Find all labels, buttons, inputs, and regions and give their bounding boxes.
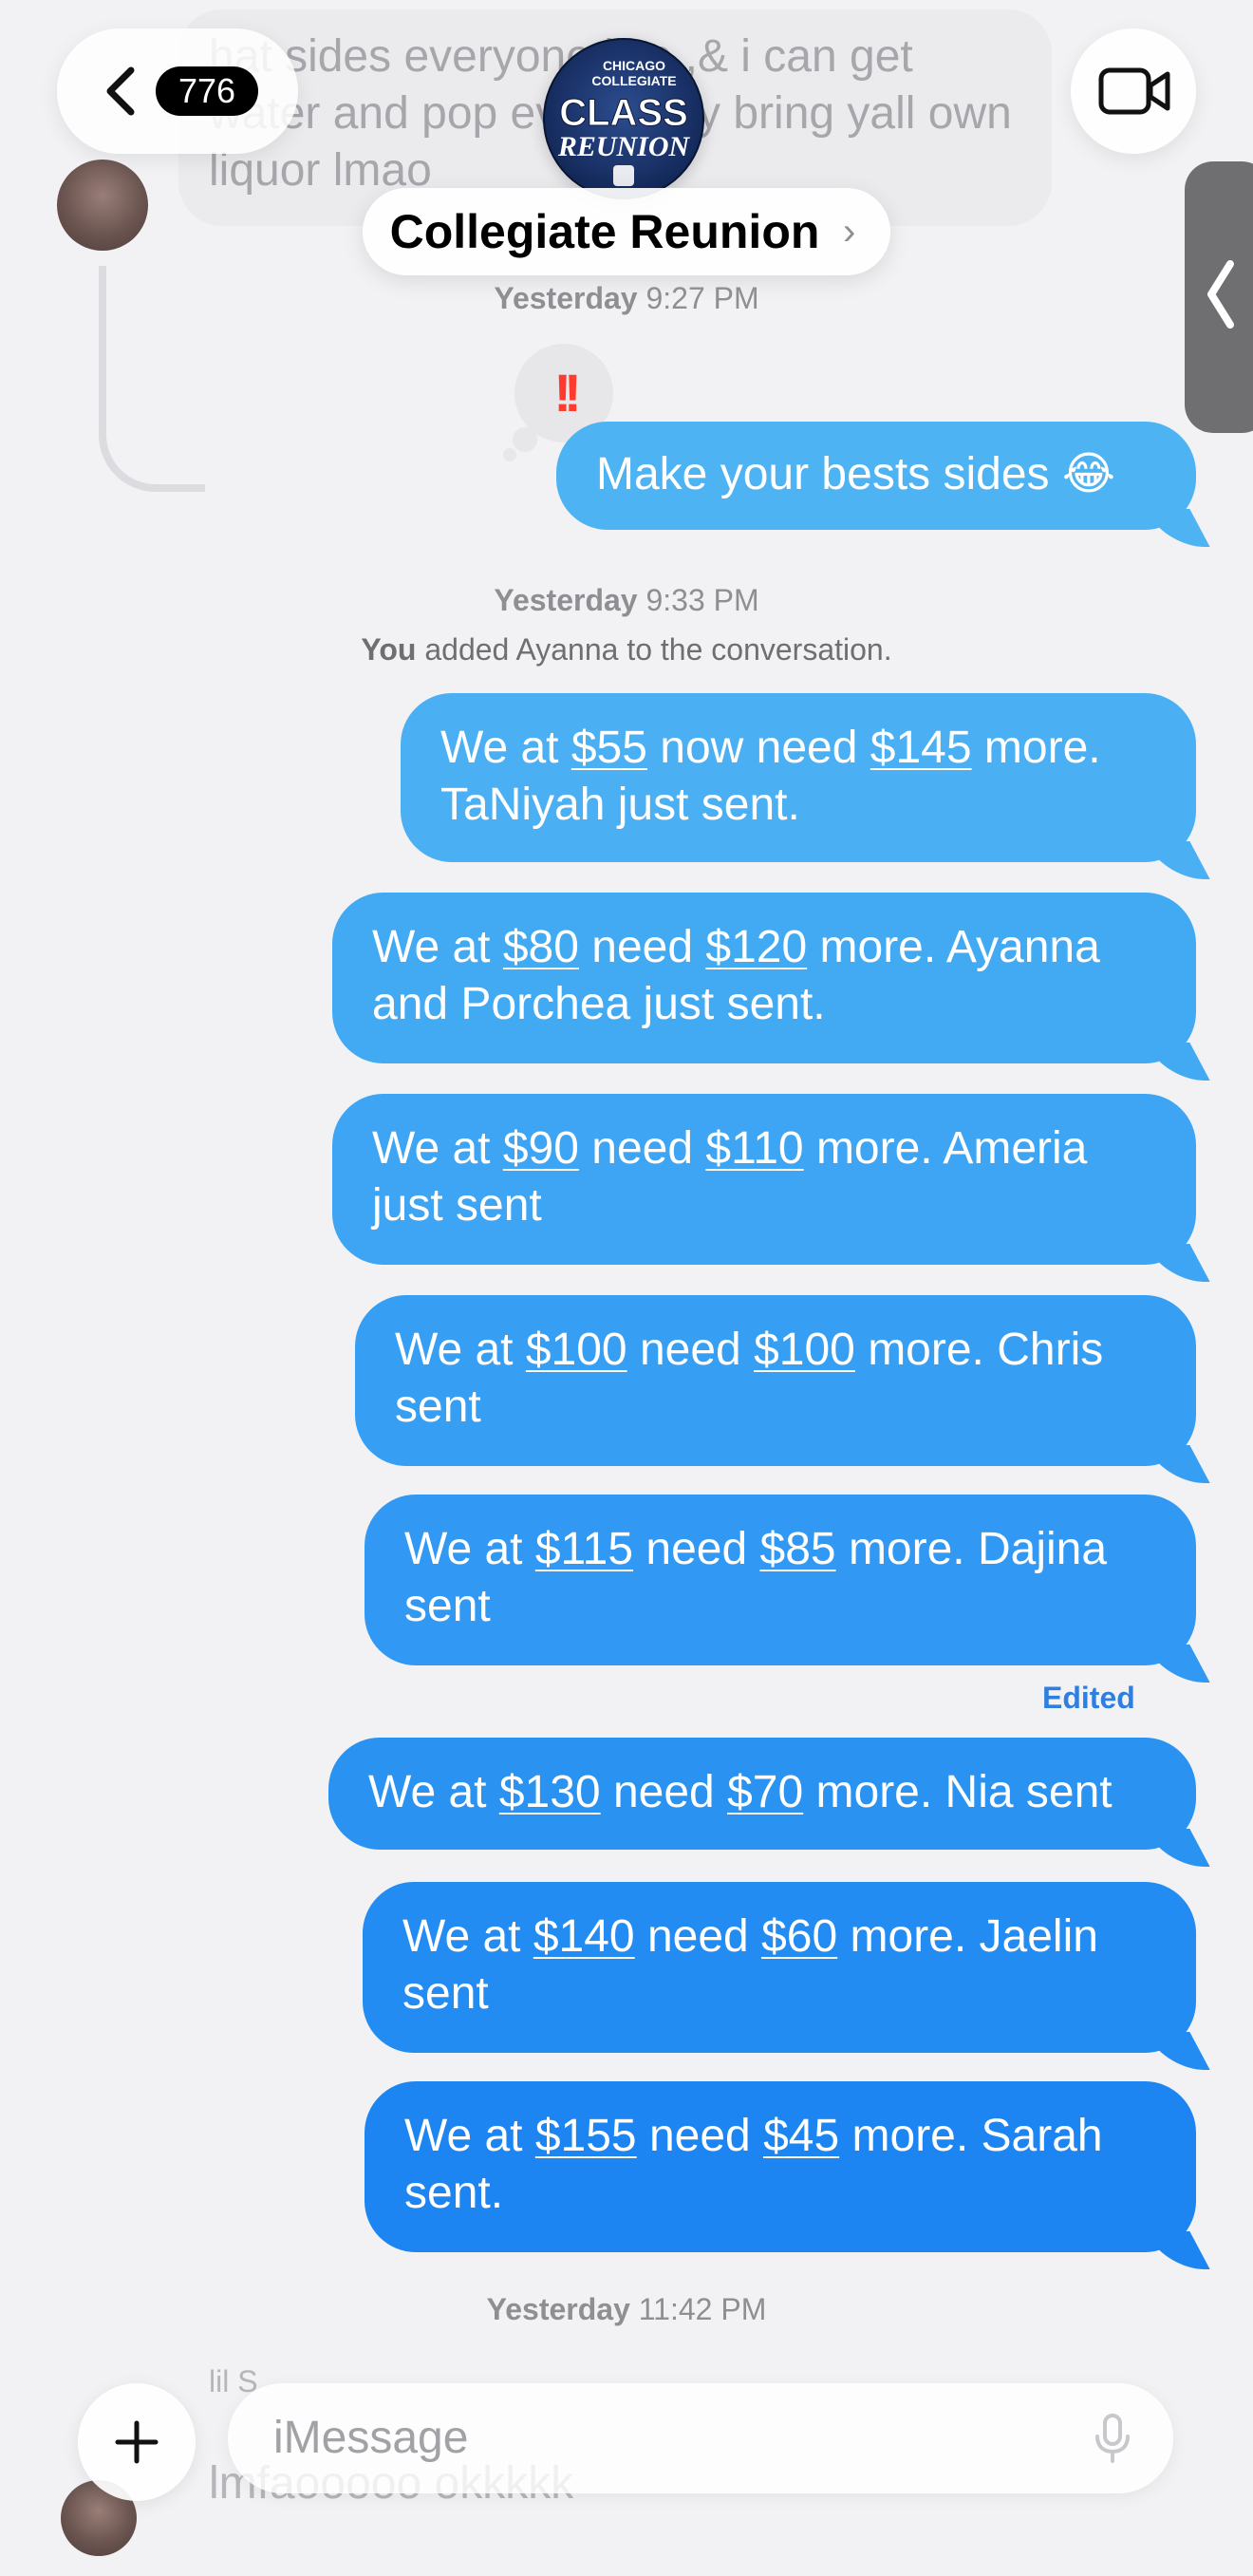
timestamp: Yesterday 9:27 PM (494, 281, 759, 315)
message-input-placeholder: iMessage (273, 2413, 469, 2463)
system-message: You added Ayanna to the conversation. (361, 632, 892, 667)
edited-label[interactable]: Edited (1042, 1681, 1135, 1716)
message-bubble[interactable]: We at $80 need $120 more. Ayanna and Por… (332, 893, 1210, 1081)
message-input[interactable]: iMessage (228, 2383, 1173, 2493)
video-camera-icon (1098, 67, 1170, 115)
microphone-icon[interactable] (1086, 2412, 1139, 2465)
message-bubble[interactable]: We at $100 need $100 more. Chris sent (355, 1295, 1210, 1483)
message-bubble[interactable]: We at $130 need $70 more. Nia sent (328, 1738, 1210, 1867)
plus-icon (115, 2420, 159, 2464)
message-bubble[interactable]: Make your bests sides 😂 (556, 422, 1210, 547)
conversation-title: Collegiate Reunion (389, 205, 820, 258)
back-chevron-icon (106, 66, 135, 116)
message-bubble[interactable]: We at $55 now need $145 more. TaNiyah ju… (401, 693, 1210, 879)
back-button[interactable]: 776 (57, 28, 298, 154)
unread-count-badge: 776 (156, 66, 258, 116)
sender-avatar[interactable] (57, 160, 148, 251)
svg-text:CHICAGO: CHICAGO (603, 58, 665, 73)
message-bubble[interactable]: We at $155 need $45 more. Sarah sent. (365, 2081, 1210, 2269)
message-bubble[interactable]: We at $115 need $85 more. Dajina sent (365, 1495, 1210, 1683)
class-reunion-logo: CHICAGO COLLEGIATE CLASS REUNION (543, 38, 704, 199)
timestamp: Yesterday 9:33 PM (494, 583, 759, 617)
svg-text:REUNION: REUNION (557, 131, 691, 162)
message-bubble[interactable]: We at $140 need $60 more. Jaelin sent (363, 1882, 1210, 2070)
conversation-title-button[interactable]: Collegiate Reunion › (363, 188, 890, 275)
video-call-button[interactable] (1071, 28, 1196, 154)
svg-text:CLASS: CLASS (559, 92, 688, 134)
group-avatar-logo[interactable]: CHICAGO COLLEGIATE CLASS REUNION (543, 38, 704, 199)
reaction-dot (503, 448, 516, 461)
chevron-right-icon: › (843, 211, 856, 253)
svg-text:COLLEGIATE: COLLEGIATE (591, 73, 676, 88)
message-bubble[interactable]: We at $90 need $110 more. Ameria just se… (332, 1094, 1210, 1282)
plus-button[interactable] (78, 2383, 196, 2501)
timestamp: Yesterday 11:42 PM (486, 2292, 767, 2326)
